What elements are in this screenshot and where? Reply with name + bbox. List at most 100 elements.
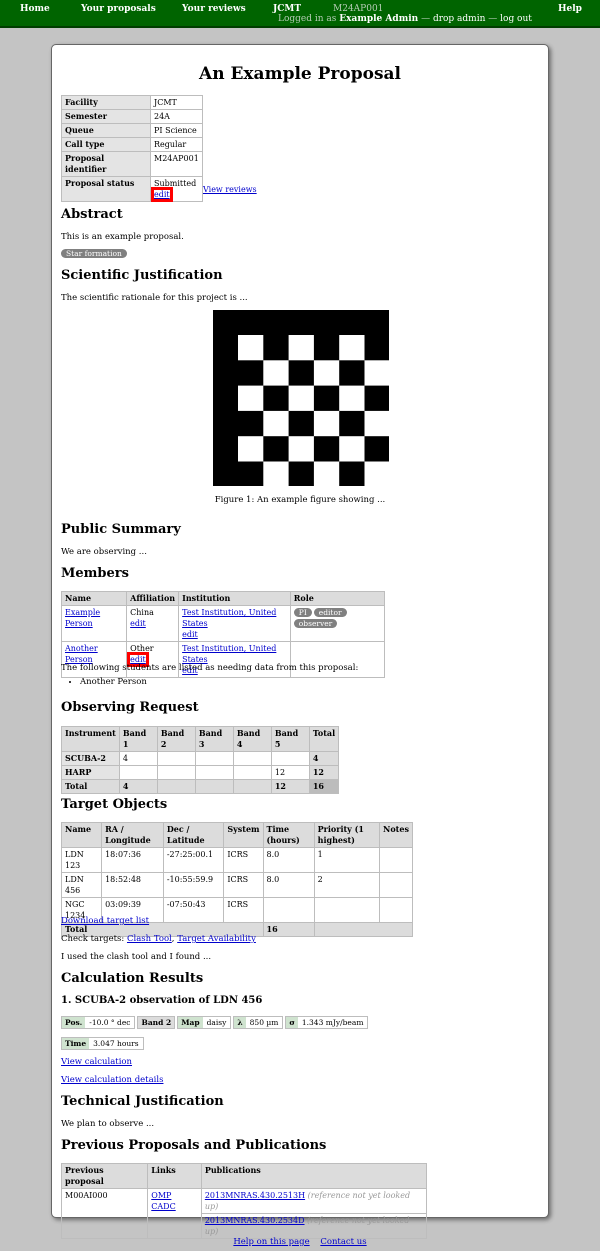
proposal-info-value: Regular — [150, 137, 203, 152]
request-band-cell — [118, 765, 158, 780]
targets-column-header: Dec / Latitude — [162, 822, 225, 848]
publication-reference-link[interactable]: 2013MNRAS.430.2513H — [205, 1191, 305, 1200]
request-band-total: 12 — [270, 779, 310, 794]
sensitivity-value: 1.343 mJy/beam — [301, 1018, 364, 1027]
previous-column-header: Previous proposal — [60, 1163, 149, 1189]
request-column-header: Band 1 — [118, 726, 158, 752]
request-column-header: Band 5 — [270, 726, 310, 752]
request-band-cell — [194, 751, 234, 766]
request-total-row: Total 4 12 16 — [61, 779, 340, 794]
targets-column-header: RA / Longitude — [101, 822, 164, 848]
link-separator: , — [171, 934, 175, 944]
position-param: Pos. -10.0 ° dec — [61, 1016, 136, 1029]
target-cell-dec: -27:25:00.1 — [162, 847, 225, 873]
category-tag: Star formation — [61, 249, 127, 258]
target-cell-time: 8.0 — [262, 872, 315, 898]
target-cell-notes — [379, 847, 413, 873]
member-name-link[interactable]: Example Person — [65, 608, 100, 628]
map-label: Map — [178, 1017, 203, 1028]
check-targets-line: Check targets: Clash Tool, Target Availa… — [61, 934, 256, 944]
edit-status-link[interactable]: edit — [151, 187, 173, 202]
contact-us-link[interactable]: Contact us — [320, 1237, 366, 1247]
members-column-header: Role — [289, 591, 386, 606]
page-footer: Help on this page Contact us — [0, 1237, 600, 1247]
wavelength-value: 850 µm — [249, 1018, 279, 1027]
cadc-link[interactable]: CADC — [151, 1202, 175, 1211]
nav-your-proposals-link[interactable]: Your proposals — [81, 4, 156, 14]
public-summary-heading: Public Summary — [61, 522, 181, 537]
download-target-list-link[interactable]: Download target list — [61, 916, 149, 926]
previous-proposal-links: OMP CADC — [147, 1188, 202, 1239]
target-cell-sys: ICRS — [223, 847, 264, 873]
role-badge: PI — [293, 608, 312, 617]
figure-white-square — [238, 385, 264, 411]
nav-your-reviews-link[interactable]: Your reviews — [182, 4, 246, 14]
member-institution-link[interactable]: Test Institution, United States — [182, 608, 276, 628]
wavelength-label: λ — [234, 1017, 246, 1028]
proposal-info-label: Queue — [61, 123, 151, 138]
target-cell-name: LDN 123 — [60, 847, 103, 873]
members-column-header: Name — [60, 591, 128, 606]
edit-institution-link[interactable]: edit — [182, 630, 198, 639]
proposal-info-row: Call type Regular — [61, 137, 203, 152]
nav-help-link[interactable]: Help — [558, 4, 582, 14]
nav-jcmt-link[interactable]: JCMT — [273, 4, 301, 14]
clash-tool-link[interactable]: Clash Tool — [127, 934, 172, 944]
proposal-info-row: Semester 24A — [61, 109, 203, 124]
request-header-row: Instrument Band 1 Band 2 Band 3 Band 4 Band 5… — [61, 726, 340, 752]
drop-admin-link[interactable]: drop admin — [433, 14, 485, 24]
member-affiliation: Other — [130, 644, 154, 653]
target-availability-link[interactable]: Target Availability — [177, 934, 256, 944]
login-status: Logged in as Example Admin — drop admin … — [278, 14, 532, 24]
view-calculation-link[interactable]: View calculation — [61, 1057, 132, 1067]
login-status-label: Logged in as — [278, 14, 337, 24]
figure-caption: Figure 1: An example figure showing ... — [214, 495, 386, 505]
calculation-item-title: 1. SCUBA-2 observation of LDN 456 — [61, 995, 263, 1006]
request-instrument: HARP — [61, 765, 120, 780]
target-cell-ra: 18:52:48 — [101, 872, 164, 898]
sensitivity-param: σ 1.343 mJy/beam — [285, 1016, 369, 1029]
role-badge: editor — [313, 608, 347, 617]
nav-home-link[interactable]: Home — [20, 4, 50, 14]
targets-column-header: Time (hours) — [262, 822, 315, 848]
figure-white-square — [263, 360, 289, 386]
previous-proposals-heading: Previous Proposals and Publications — [61, 1138, 327, 1153]
map-value: daisy — [206, 1018, 227, 1027]
targets-total-empty — [313, 922, 414, 937]
publication-reference-link[interactable]: 2013MNRAS.430.2534D — [205, 1216, 305, 1225]
public-summary-text: We are observing ... — [61, 547, 147, 557]
sci-justification-text: The scientific rationale for this projec… — [61, 293, 248, 303]
position-value: -10.0 ° dec — [89, 1018, 131, 1027]
student-item: Another Person — [80, 677, 147, 687]
previous-proposal-row: M00AI000 OMP CADC 2013MNRAS.430.2513H (r… — [60, 1188, 428, 1239]
target-cell-name: LDN 456 — [60, 872, 103, 898]
figure-white-square — [339, 385, 365, 411]
targets-column-header: Notes — [379, 822, 413, 848]
figure-white-square — [288, 436, 314, 462]
proposal-info-row: Facility JCMT — [61, 95, 203, 110]
request-band-cell — [156, 765, 196, 780]
request-band-cell — [270, 751, 310, 766]
member-institution-link[interactable]: Test Institution, United States — [182, 644, 276, 664]
proposal-info-value: M24AP001 — [150, 151, 203, 177]
request-band-total — [156, 779, 196, 794]
member-name-link[interactable]: Another Person — [65, 644, 98, 664]
target-cell-sys: ICRS — [223, 872, 264, 898]
request-column-header: Band 3 — [194, 726, 234, 752]
figure-white-square — [364, 410, 389, 437]
view-calculation-details-link[interactable]: View calculation details — [61, 1075, 163, 1085]
edit-affiliation-link[interactable]: edit — [130, 619, 146, 628]
request-instrument: SCUBA-2 — [61, 751, 120, 766]
help-on-this-page-link[interactable]: Help on this page — [233, 1237, 309, 1247]
view-reviews-link[interactable]: View reviews — [203, 185, 257, 194]
omp-link[interactable]: OMP — [151, 1191, 171, 1200]
log-out-link[interactable]: log out — [500, 14, 532, 24]
technical-justification-text: We plan to observe ... — [61, 1119, 155, 1129]
login-user-name: Example Admin — [339, 14, 419, 24]
publications-cell: 2013MNRAS.430.2513H (reference not yet l… — [200, 1188, 428, 1239]
request-band-cell: 4 — [118, 751, 158, 766]
figure-white-square — [238, 436, 264, 462]
target-row: LDN 456 18:52:48 -10:55:59.9 ICRS 8.0 2 — [60, 872, 413, 898]
proposal-info-rows: Facility JCMT Semester 24A Queue PI Science Ca… — [61, 95, 203, 177]
login-separator: — — [488, 14, 498, 24]
